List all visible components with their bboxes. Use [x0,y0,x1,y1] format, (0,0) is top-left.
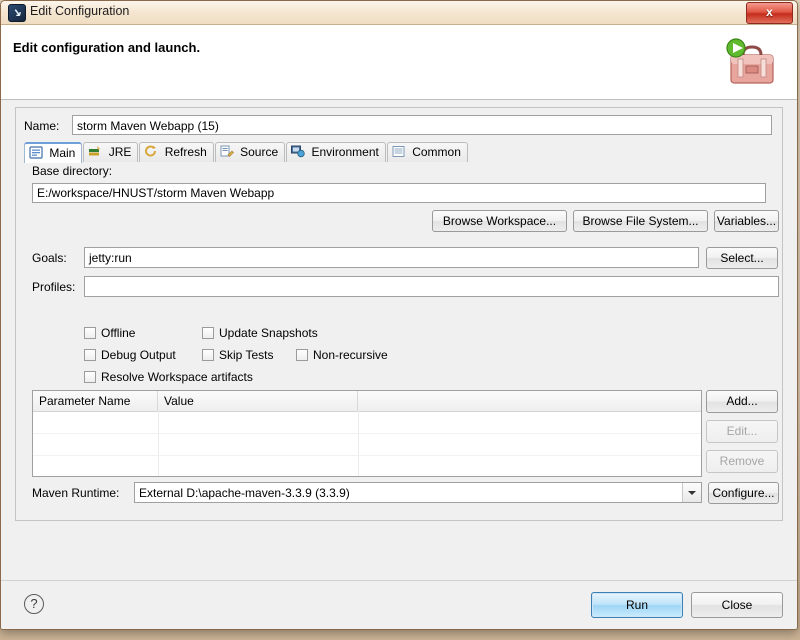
maven-toolbox-run-icon [726,38,774,84]
name-label: Name: [24,119,60,133]
tab-refresh[interactable]: Refresh [139,142,214,162]
tab-main-label: Main [49,146,76,160]
eclipse-icon: ↘ [8,4,26,22]
checkbox-debug-output[interactable]: Debug Output [84,348,176,362]
column-header-spacer [358,391,701,411]
checkbox-skip-tests-label: Skip Tests [219,348,274,362]
goals-input[interactable]: jetty:run [84,247,699,268]
checkbox-non-recursive-label: Non-recursive [313,348,388,362]
name-row: Name: storm Maven Webapp (15) [24,115,774,137]
close-button[interactable]: Close [691,592,783,618]
refresh-tab-icon [144,145,158,158]
maven-runtime-label: Maven Runtime: [32,486,120,500]
chevron-down-icon[interactable] [682,483,701,502]
dialog-body: Name: storm Maven Webapp (15) Main JRE R… [1,100,797,578]
base-directory-label: Base directory: [32,164,113,178]
add-parameter-button[interactable]: Add... [706,390,778,413]
tab-common[interactable]: Common [386,142,468,162]
checkbox-update-snapshots-box[interactable] [202,327,214,339]
common-tab-icon [392,145,406,158]
tab-jre[interactable]: JRE [83,142,139,162]
tab-environment-label: Environment [311,145,379,159]
checkbox-resolve-workspace-artifacts-box[interactable] [84,371,96,383]
column-header-parameter-name[interactable]: Parameter Name [33,391,158,411]
remove-parameter-button: Remove [706,450,778,473]
tab-main[interactable]: Main [24,142,83,163]
parameters-table[interactable]: Parameter Name Value [32,390,702,477]
name-input[interactable]: storm Maven Webapp (15) [72,115,772,135]
help-icon[interactable]: ? [24,594,44,614]
jre-tab-icon [88,145,102,158]
checkbox-debug-output-box[interactable] [84,349,96,361]
tab-jre-label: JRE [108,145,132,159]
base-directory-input[interactable]: E:/workspace/HNUST/storm Maven Webapp [32,183,766,203]
window-title: Edit Configuration [30,4,130,18]
page-title: Edit configuration and launch. [13,40,201,55]
tab-refresh-label: Refresh [164,145,207,159]
edit-parameter-button: Edit... [706,420,778,443]
checkbox-skip-tests[interactable]: Skip Tests [202,348,273,362]
checkbox-non-recursive[interactable]: Non-recursive [296,348,388,362]
checkbox-offline-label: Offline [101,326,136,340]
configure-maven-runtime-button[interactable]: Configure... [708,482,779,504]
title-bar: ↘ Edit Configuration x [1,1,797,25]
tab-environment[interactable]: Environment [286,142,386,162]
checkbox-update-snapshots[interactable]: Update Snapshots [202,326,318,340]
dialog-footer: ? Run Close [1,580,797,629]
tab-bar: Main JRE Refresh Source Environment Comm… [24,142,774,163]
checkbox-update-snapshots-label: Update Snapshots [219,326,318,340]
checkbox-non-recursive-box[interactable] [296,349,308,361]
eclipse-swoosh-icon: ↘ [12,7,22,19]
checkbox-skip-tests-box[interactable] [202,349,214,361]
checkbox-resolve-workspace-artifacts-label: Resolve Workspace artifacts [101,370,253,384]
tab-source-label: Source [240,145,279,159]
goals-label: Goals: [32,251,67,265]
main-tab-icon [29,146,43,159]
table-row[interactable] [33,456,701,476]
configuration-panel: Name: storm Maven Webapp (15) Main JRE R… [15,107,783,521]
run-button[interactable]: Run [591,592,683,618]
table-header-row: Parameter Name Value [33,391,701,412]
tab-source[interactable]: Source [214,142,286,162]
table-row[interactable] [33,412,701,434]
edit-configuration-dialog: ↘ Edit Configuration x Edit configuratio… [0,0,798,630]
close-icon[interactable]: x [746,2,793,24]
profiles-input[interactable] [84,276,779,297]
checkbox-offline[interactable]: Offline [84,326,135,340]
checkbox-debug-output-label: Debug Output [101,348,176,362]
tab-common-label: Common [412,145,461,159]
profiles-label: Profiles: [32,280,76,294]
checkbox-resolve-workspace-artifacts[interactable]: Resolve Workspace artifacts [84,370,253,384]
maven-runtime-value: External D:\apache-maven-3.3.9 (3.3.9) [139,486,350,500]
checkbox-offline-box[interactable] [84,327,96,339]
browse-filesystem-button[interactable]: Browse File System... [573,210,708,232]
dialog-header: Edit configuration and launch. [1,25,797,100]
source-tab-icon [220,145,234,158]
maven-runtime-select[interactable]: External D:\apache-maven-3.3.9 (3.3.9) [134,482,702,503]
variables-button[interactable]: Variables... [714,210,779,232]
table-row[interactable] [33,434,701,456]
browse-workspace-button[interactable]: Browse Workspace... [432,210,567,232]
environment-tab-icon [291,145,305,158]
column-header-value[interactable]: Value [158,391,358,411]
main-tab-page: Base directory: E:/workspace/HNUST/storm… [24,162,779,512]
select-goals-button[interactable]: Select... [706,247,778,269]
